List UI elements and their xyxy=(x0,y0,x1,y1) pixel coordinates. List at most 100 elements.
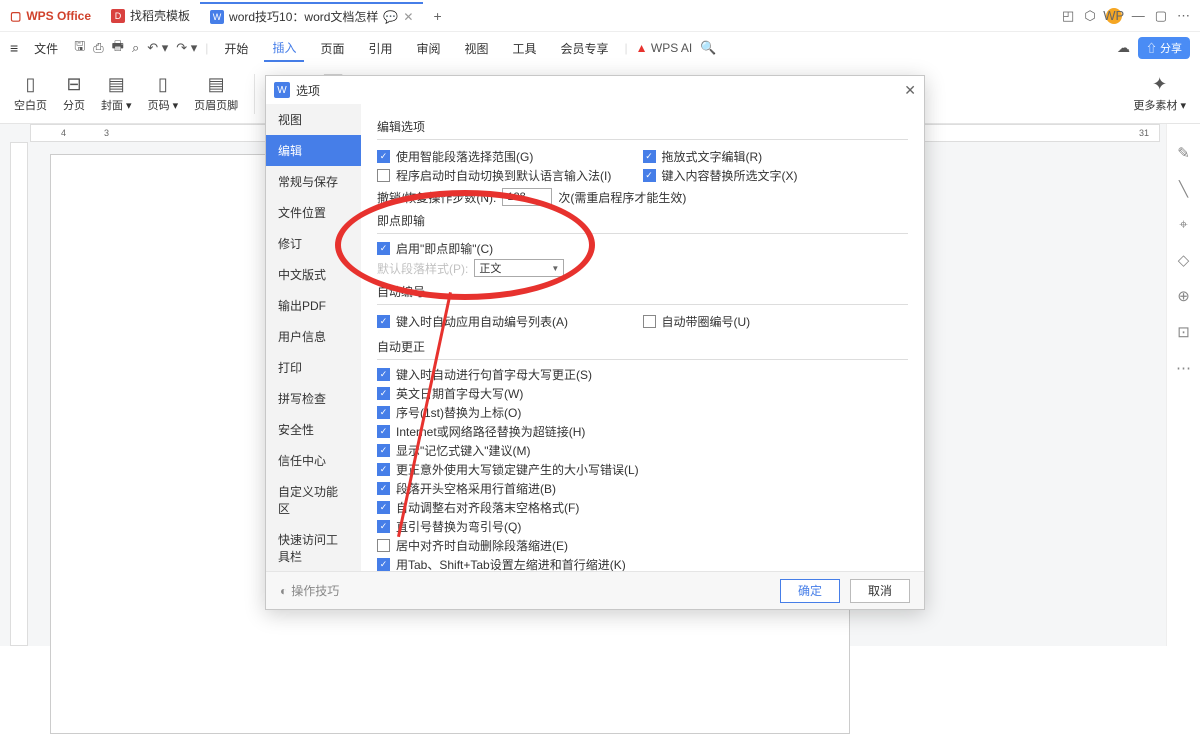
label: 程序启动时自动切换到默认语言输入法(I) xyxy=(396,167,611,184)
label: 更正意外使用大写锁定键产生的大小写错误(L) xyxy=(396,461,639,478)
nav-userinfo[interactable]: 用户信息 xyxy=(266,321,361,352)
section-instant: 即点即输 xyxy=(377,212,908,229)
undo-icon[interactable]: ↶ ▾ xyxy=(147,40,168,56)
cube-icon[interactable]: ⬡ xyxy=(1084,8,1095,24)
ruler-tick: 3 xyxy=(104,128,109,138)
checkbox-replaceselect[interactable]: ✓ xyxy=(643,169,656,182)
menu-view[interactable]: 视图 xyxy=(457,36,497,61)
menu-start[interactable]: 开始 xyxy=(216,36,256,61)
cb[interactable]: ✓ xyxy=(377,520,390,533)
eraser-icon[interactable]: ◇ xyxy=(1178,251,1190,269)
nav-trust[interactable]: 信任中心 xyxy=(266,445,361,476)
maximize-icon[interactable]: ▢ xyxy=(1155,8,1167,24)
window-icon[interactable]: ◰ xyxy=(1062,8,1074,24)
more-icon[interactable]: ⋯ xyxy=(1176,359,1191,377)
checkbox-smartselect[interactable]: ✓ xyxy=(377,150,390,163)
ribbon-separator xyxy=(254,74,255,114)
close-icon[interactable]: ✕ xyxy=(403,10,413,24)
cb[interactable] xyxy=(377,539,390,552)
new-tab[interactable]: + xyxy=(423,2,451,30)
plus-icon: + xyxy=(433,8,441,24)
menu-file[interactable]: 文件 xyxy=(26,36,66,61)
menu-member[interactable]: 会员专享 xyxy=(553,36,617,61)
checkbox-circlednum[interactable] xyxy=(643,315,656,328)
ribbon-headerfooter[interactable]: ▤页眉页脚 xyxy=(190,74,242,113)
ok-button[interactable]: 确定 xyxy=(780,579,840,603)
nav-revision[interactable]: 修订 xyxy=(266,228,361,259)
avatar[interactable]: WP xyxy=(1106,8,1122,24)
ribbon-divider[interactable]: ⊟分页 xyxy=(59,74,89,113)
pencil-icon[interactable]: ✎ xyxy=(1177,144,1190,162)
cb[interactable]: ✓ xyxy=(377,425,390,438)
ribbon-pagenum[interactable]: ▯页码 ▾ xyxy=(144,74,183,113)
minimize-icon[interactable]: — xyxy=(1132,8,1145,23)
highlighter-icon[interactable]: ╲ xyxy=(1179,180,1188,198)
nav-view[interactable]: 视图 xyxy=(266,104,361,135)
ribbon-cover[interactable]: ▤封面 ▾ xyxy=(97,74,136,113)
checkbox-instant[interactable]: ✓ xyxy=(377,242,390,255)
cb[interactable]: ✓ xyxy=(377,368,390,381)
checkbox-ime[interactable] xyxy=(377,169,390,182)
cursor-icon[interactable]: ⌖ xyxy=(1179,216,1187,233)
cb[interactable]: ✓ xyxy=(377,463,390,476)
nav-cnlayout[interactable]: 中文版式 xyxy=(266,259,361,290)
print-icon[interactable]: 🖶 xyxy=(112,37,124,59)
comment-icon: 💬 xyxy=(383,10,398,24)
checkbox-autonumlist[interactable]: ✓ xyxy=(377,315,390,328)
tab-templates[interactable]: D找稻壳模板 xyxy=(101,2,200,30)
nav-outpdf[interactable]: 输出PDF xyxy=(266,290,361,321)
print-quick-icon[interactable]: ⎙ xyxy=(93,40,103,56)
app-tab[interactable]: ▢WPS Office xyxy=(0,2,101,30)
label: 用Tab、Shift+Tab设置左缩进和首行缩进(K) xyxy=(396,556,626,571)
nav-fileloc[interactable]: 文件位置 xyxy=(266,197,361,228)
save-icon[interactable]: 🖫 xyxy=(74,37,85,59)
text-icon[interactable]: ⊡ xyxy=(1177,323,1190,341)
cb[interactable]: ✓ xyxy=(377,387,390,400)
nav-general[interactable]: 常规与保存 xyxy=(266,166,361,197)
section-editopt: 编辑选项 xyxy=(377,118,908,135)
share-button[interactable]: ⇧ 分享 xyxy=(1138,37,1190,59)
style-select[interactable]: 正文▼ xyxy=(474,259,564,277)
ribbon-blank[interactable]: ▯空白页 xyxy=(10,74,51,113)
close-icon[interactable]: ✕ xyxy=(904,82,916,99)
nav-edit[interactable]: 编辑 xyxy=(266,135,361,166)
nav-qat[interactable]: 快速访问工具栏 xyxy=(266,524,361,571)
search-icon[interactable]: 🔍 xyxy=(700,40,716,56)
menu-insert[interactable]: 插入 xyxy=(264,35,304,62)
ruler-vertical[interactable] xyxy=(10,142,28,646)
redo-icon[interactable]: ↷ ▾ xyxy=(176,40,197,56)
nav-security[interactable]: 安全性 xyxy=(266,414,361,445)
menu-tools[interactable]: 工具 xyxy=(505,36,545,61)
wps-ai[interactable]: ▲ WPS AI xyxy=(636,41,693,55)
close-window-icon[interactable]: ⋯ xyxy=(1177,8,1190,24)
titlebar: ▢WPS Office D找稻壳模板 Wword技巧10：word文档怎样💬✕ … xyxy=(0,0,1200,32)
separator: | xyxy=(205,41,208,55)
menu-review[interactable]: 审阅 xyxy=(408,36,448,61)
label: 键入内容替换所选文字(X) xyxy=(662,167,798,184)
nav-customize[interactable]: 自定义功能区 xyxy=(266,476,361,524)
options-dialog: W 选项 ✕ 视图 编辑 常规与保存 文件位置 修订 中文版式 输出PDF 用户… xyxy=(265,75,925,610)
tab-document[interactable]: Wword技巧10：word文档怎样💬✕ xyxy=(200,2,423,30)
cb[interactable]: ✓ xyxy=(377,482,390,495)
nav-spell[interactable]: 拼写检查 xyxy=(266,383,361,414)
nav-print[interactable]: 打印 xyxy=(266,352,361,383)
label: 段落开头空格采用行首缩进(B) xyxy=(396,480,556,497)
ribbon-more[interactable]: ✦更多素材 ▾ xyxy=(1129,74,1190,113)
cb[interactable]: ✓ xyxy=(377,444,390,457)
tab-label: word技巧10：word文档怎样 xyxy=(229,8,378,25)
cb[interactable]: ✓ xyxy=(377,501,390,514)
cb[interactable]: ✓ xyxy=(377,558,390,571)
cancel-button[interactable]: 取消 xyxy=(850,579,910,603)
label: 自动调整右对齐段落末空格格式(F) xyxy=(396,499,579,516)
menu-ref[interactable]: 引用 xyxy=(360,36,400,61)
checkbox-dragedit[interactable]: ✓ xyxy=(643,150,656,163)
hamburger-icon[interactable]: ≡ xyxy=(10,40,18,56)
circle-icon[interactable]: ⊕ xyxy=(1177,287,1190,305)
undo-steps-input[interactable]: 128 xyxy=(502,188,552,206)
tips-link[interactable]: ◐ 操作技巧 xyxy=(280,582,339,599)
label: 直引号替换为弯引号(Q) xyxy=(396,518,521,535)
menu-page[interactable]: 页面 xyxy=(312,36,352,61)
cloud-icon[interactable]: ☁ xyxy=(1117,40,1130,56)
preview-icon[interactable]: ⌕ xyxy=(132,40,139,56)
cb[interactable]: ✓ xyxy=(377,406,390,419)
